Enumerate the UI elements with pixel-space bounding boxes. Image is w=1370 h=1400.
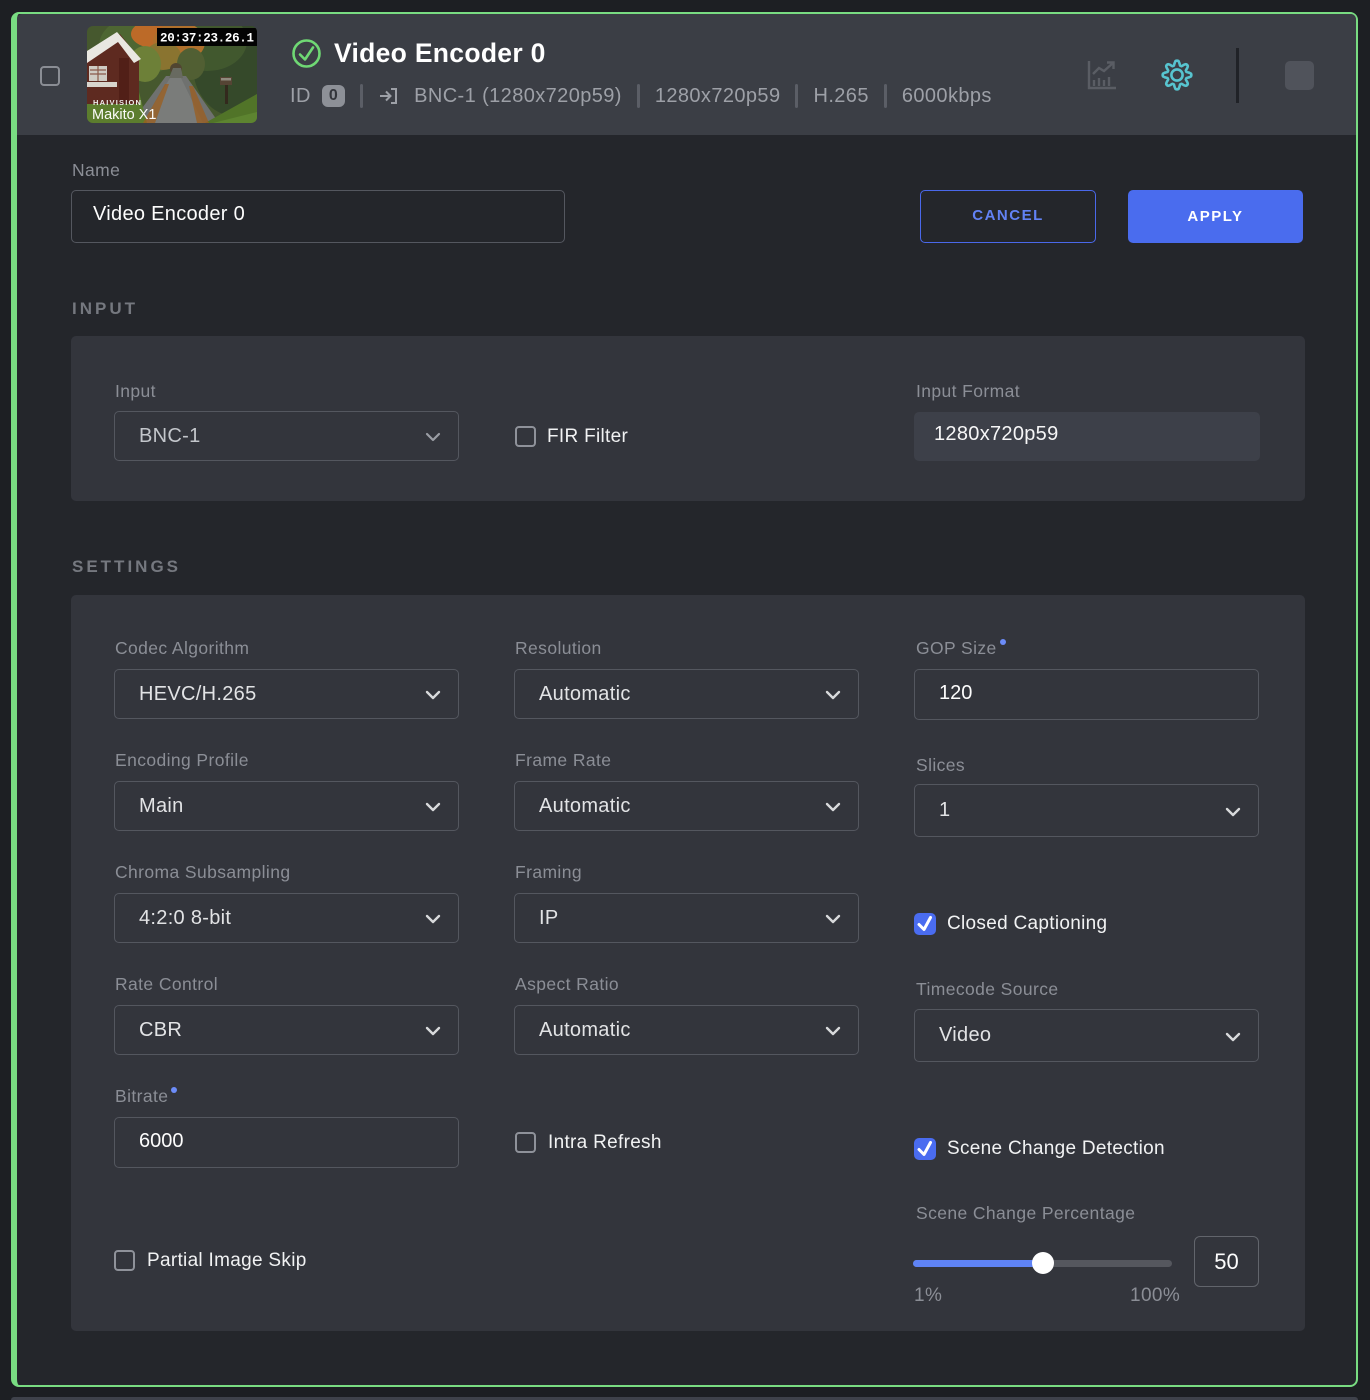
svg-text:HAIVISION: HAIVISION <box>93 98 142 107</box>
svg-text:Makito X1: Makito X1 <box>92 107 156 123</box>
svg-text:20:37:23.26.1: 20:37:23.26.1 <box>160 32 254 46</box>
